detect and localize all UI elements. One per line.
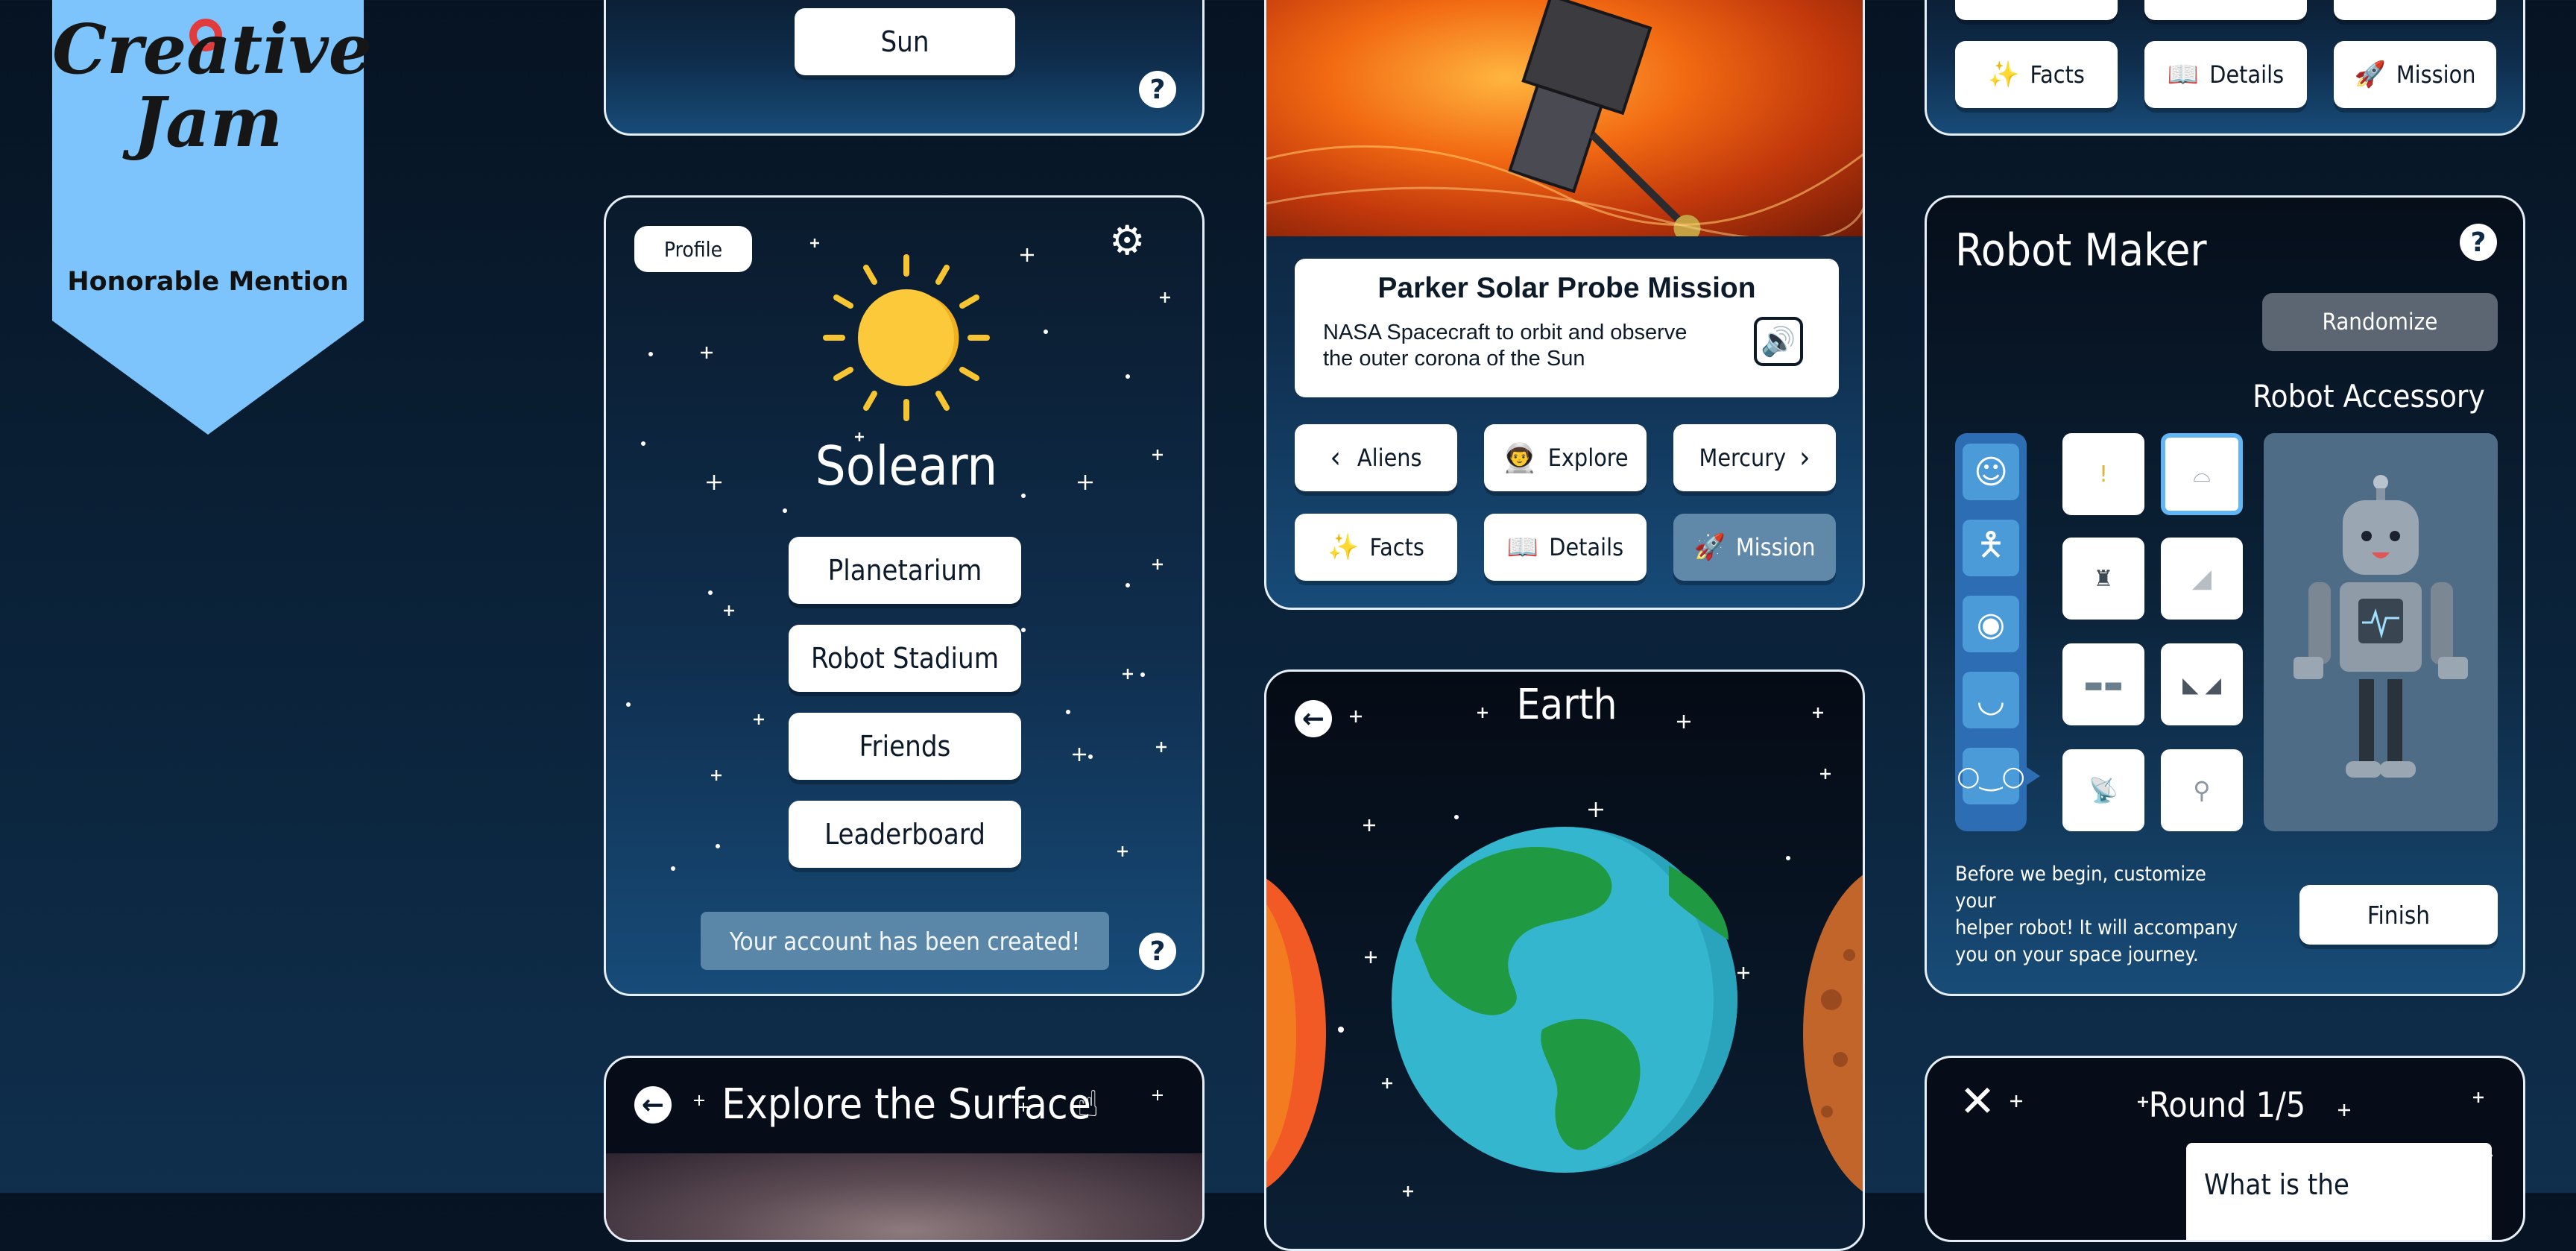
- details-button[interactable]: 📖 Details: [1484, 514, 1647, 581]
- details-button[interactable]: 📖 Details: [2144, 41, 2307, 108]
- launchpad-icon: 🚀: [1693, 532, 1726, 562]
- creative-jam-logo: Creative Jam: [52, 9, 373, 163]
- home-screen-card: Profile ⚙ Solearn Planetarium Robot Stad…: [604, 195, 1205, 996]
- explore-surface-card: ← Explore the Surface ☝: [604, 1056, 1205, 1242]
- robot-accessory-title: Robot Accessory: [2253, 378, 2485, 415]
- facts-button[interactable]: ✨ Facts: [1955, 41, 2118, 108]
- profile-button[interactable]: Profile: [634, 226, 752, 272]
- sun-icon: [823, 254, 990, 421]
- round-counter: Round 1/5: [2148, 1085, 2306, 1125]
- planet-info-card-partial: ✨ Facts 📖 Details 🚀 Mission: [1925, 0, 2525, 136]
- glasses-icon[interactable]: ○‿○: [1957, 748, 2025, 804]
- award-label: Honorable Mention: [67, 267, 349, 297]
- accessory-option-selected[interactable]: ⌓: [2161, 433, 2243, 515]
- mission-tab-button[interactable]: 🚀 Mission: [1673, 514, 1836, 581]
- book-icon: 📖: [1506, 532, 1539, 562]
- accessory-option[interactable]: 📡: [2062, 749, 2144, 831]
- robot-maker-title: Robot Maker: [1955, 224, 2207, 277]
- menu-planetarium-button[interactable]: Planetarium: [789, 537, 1021, 604]
- sparkles-icon: ✨: [1328, 532, 1360, 562]
- accessory-option[interactable]: ◣ ◢: [2161, 643, 2243, 725]
- accessory-option[interactable]: ǃ: [2062, 433, 2144, 515]
- astronaut-icon: 👨‍🚀: [1502, 441, 1538, 474]
- help-icon[interactable]: ?: [2460, 224, 2497, 261]
- solar-probe-image: [1266, 0, 1863, 242]
- top-button-stub-2[interactable]: [2144, 0, 2307, 20]
- question-text: What is the: [2204, 1168, 2349, 1201]
- randomize-button[interactable]: Randomize: [2262, 293, 2498, 351]
- top-button-stub-3[interactable]: [2334, 0, 2496, 20]
- help-icon[interactable]: ?: [1139, 71, 1176, 108]
- chevron-left-icon: ‹: [1330, 441, 1341, 475]
- robot-maker-card: Robot Maker ? Randomize Robot Accessory …: [1925, 195, 2525, 996]
- launchpad-icon: 🚀: [2354, 60, 2386, 89]
- eye-icon[interactable]: ◉: [1963, 596, 2019, 652]
- sun-screen-card: Sun ?: [604, 0, 1205, 136]
- gear-icon[interactable]: ⚙: [1109, 220, 1151, 262]
- mission-title: Parker Solar Probe Mission: [1377, 272, 1756, 304]
- robot-intro-text: Before we begin, customize your helper ro…: [1955, 863, 2238, 966]
- selected-category-pointer: [2027, 767, 2040, 785]
- quiz-card: ✕ Round 1/5 What is the: [1925, 1056, 2525, 1242]
- top-button-stub-1[interactable]: [1955, 0, 2118, 20]
- sparkles-icon: ✨: [1988, 60, 2020, 89]
- menu-robot-stadium-button[interactable]: Robot Stadium: [789, 625, 1021, 692]
- body-icon[interactable]: 🯅: [1963, 520, 2019, 576]
- mission-button[interactable]: 🚀 Mission: [2334, 41, 2496, 108]
- next-mercury-button[interactable]: Mercury ›: [1673, 424, 1836, 491]
- account-created-toast: Your account has been created!: [701, 912, 1109, 970]
- accessory-option[interactable]: ▬▬: [2062, 643, 2144, 725]
- robot-preview-panel: [2264, 433, 2498, 831]
- accessory-option[interactable]: ⚲: [2161, 749, 2243, 831]
- award-badge: Creative Jam Honorable Mention: [52, 0, 373, 435]
- accessory-option[interactable]: ♜: [2062, 538, 2144, 620]
- finish-button[interactable]: Finish: [2299, 885, 2498, 945]
- mouth-icon[interactable]: ◡: [1963, 672, 2019, 728]
- robot-avatar: [2294, 475, 2468, 778]
- mission-description: NASA Spacecraft to orbit and observe the …: [1323, 321, 1688, 371]
- book-icon: 📖: [2167, 60, 2200, 89]
- sun-button[interactable]: Sun: [795, 8, 1015, 75]
- planet-illustration: [1266, 827, 1863, 1192]
- chevron-right-icon: ›: [1799, 441, 1811, 475]
- menu-leaderboard-button[interactable]: Leaderboard: [789, 801, 1021, 868]
- starfield: [694, 1090, 1163, 1112]
- mission-card: Parker Solar Probe Mission NASA Spacecra…: [1264, 0, 1865, 610]
- earth-card: ← Earth: [1264, 669, 1865, 1251]
- help-icon[interactable]: ?: [1139, 933, 1176, 970]
- accessory-option[interactable]: ◢: [2161, 538, 2243, 620]
- prev-aliens-button[interactable]: ‹ Aliens: [1295, 424, 1457, 491]
- app-title: Solearn: [815, 435, 998, 497]
- mission-info-panel: Parker Solar Probe Mission NASA Spacecra…: [1295, 259, 1839, 397]
- surface-image: [606, 1153, 1202, 1240]
- facts-button[interactable]: ✨ Facts: [1295, 514, 1457, 581]
- probe-illustration: [1266, 0, 1863, 242]
- explore-button[interactable]: 👨‍🚀 Explore: [1484, 424, 1647, 491]
- menu-friends-button[interactable]: Friends: [789, 713, 1021, 780]
- speaker-icon[interactable]: 🔊: [1754, 317, 1803, 366]
- face-icon[interactable]: ☺: [1963, 444, 2019, 500]
